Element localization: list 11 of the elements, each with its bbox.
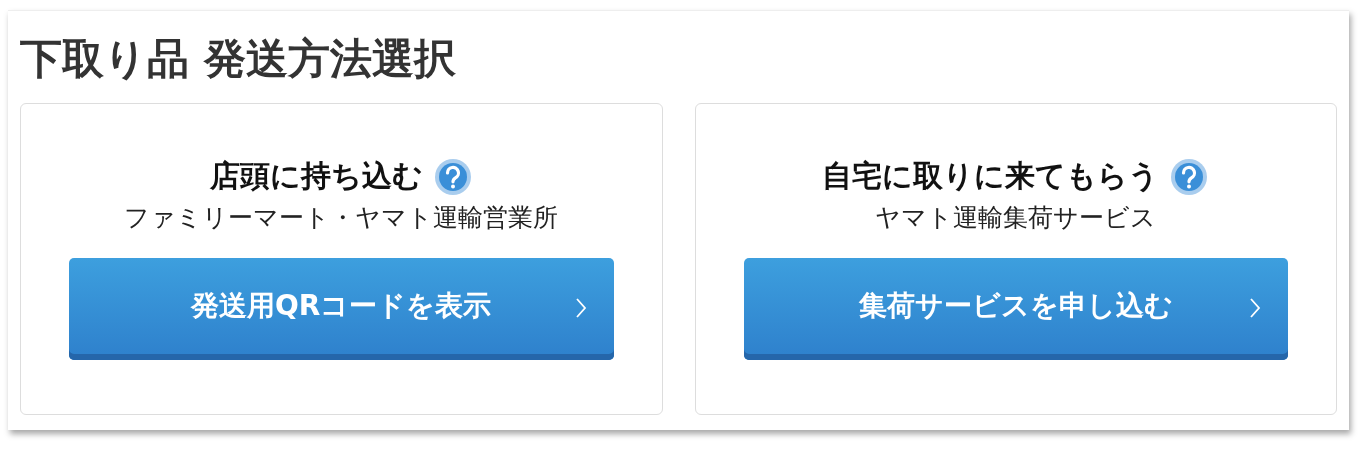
option-subtitle: ヤマト運輸集荷サービス xyxy=(875,202,1157,234)
option-heading: 自宅に取りに来てもらう xyxy=(822,157,1160,195)
help-icon[interactable] xyxy=(432,156,473,197)
option-subtitle: ファミリーマート・ヤマト運輸営業所 xyxy=(124,202,559,234)
option-heading: 店頭に持ち込む xyxy=(209,157,423,195)
action-button[interactable]: 発送用QRコードを表示 xyxy=(69,258,614,360)
help-icon[interactable] xyxy=(1169,156,1210,197)
action-button[interactable]: 集荷サービスを申し込む xyxy=(743,258,1288,360)
chevron-icon xyxy=(573,296,588,320)
chevron-icon xyxy=(1248,296,1262,320)
page-title: 下取り品 発送方法選択 xyxy=(20,33,457,85)
